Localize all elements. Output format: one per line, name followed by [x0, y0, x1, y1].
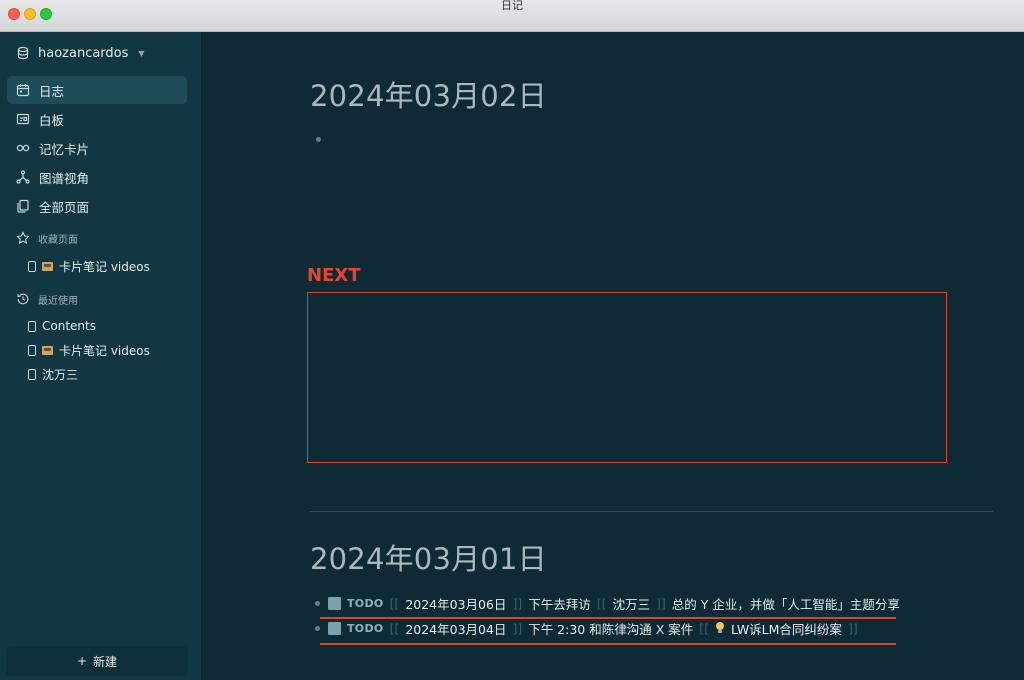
todo-text: 下午 2:30 和陈律沟通 X 案件	[528, 621, 694, 637]
todo-block[interactable]: TODO [[ 2024年03月06日]] 下午去拜访 [[ 沈万三]] 总的 Y 企业…	[315, 593, 900, 613]
plus-icon: +	[76, 654, 88, 668]
page-icon	[28, 344, 36, 356]
star-icon	[16, 231, 30, 245]
journal-title[interactable]: 2024年03月02日	[310, 73, 547, 115]
favorites-header[interactable]: 收藏页面	[16, 230, 78, 246]
nav-graph-view[interactable]: 图谱视角	[7, 163, 187, 191]
todo-marker: TODO	[347, 596, 384, 610]
block-bullet[interactable]	[315, 625, 320, 631]
red-underline-annotation	[320, 643, 896, 645]
database-icon	[16, 46, 30, 60]
recent-item[interactable]: 卡片笔记 videos	[28, 341, 150, 359]
todo-block[interactable]: TODO [[2024年03月04日]] 下午 2:30 和陈律沟通 X 案件 …	[315, 618, 858, 638]
film-card-emoji-icon	[42, 261, 53, 271]
todo-text: 下午去拜访	[528, 596, 591, 612]
nav-flashcards[interactable]: 记忆卡片	[7, 134, 187, 162]
page-ref-date[interactable]: 2024年03月06日	[405, 594, 506, 613]
todo-text: 总的 Y 企业，并做「人工智能」主题分享	[671, 596, 900, 612]
page-ref-person[interactable]: 沈万三	[612, 594, 650, 613]
history-icon	[16, 292, 30, 306]
bracket-icon: ]]	[512, 595, 523, 611]
whiteboard-icon	[16, 112, 30, 126]
nav-journals[interactable]: 日志	[7, 76, 187, 104]
bracket-icon: ]]	[847, 620, 858, 636]
page-ref-case[interactable]: LW诉LM合同纠纷案	[731, 619, 842, 638]
workspace-name: haozancardos	[38, 45, 129, 61]
chevron-down-icon: ▼	[138, 48, 145, 58]
pages-icon	[16, 199, 30, 213]
lightbulb-icon	[715, 622, 725, 634]
infinity-icon	[16, 141, 30, 155]
bracket-icon: [[	[596, 595, 607, 611]
journal-title[interactable]: 2024年03月01日	[310, 536, 547, 578]
todo-checkbox[interactable]	[328, 621, 341, 635]
todo-checkbox[interactable]	[328, 596, 341, 610]
title-bar: 日记	[0, 0, 1024, 32]
main-content: 2024年03月02日 NEXT 2024年03月01日 TODO [[ 2024…	[203, 32, 1024, 680]
page-icon	[28, 260, 36, 272]
workspace-selector[interactable]: haozancardos ▼	[16, 44, 145, 62]
window-title: 日记	[501, 0, 523, 12]
film-card-emoji-icon	[42, 345, 53, 355]
bracket-icon: ]]	[656, 595, 666, 611]
nav-whiteboard[interactable]: 白板	[7, 105, 187, 133]
favorite-item[interactable]: 卡片笔记 videos	[28, 257, 150, 275]
nav-all-pages[interactable]: 全部页面	[7, 192, 187, 220]
block-bullet[interactable]	[315, 600, 320, 606]
page-ref-date[interactable]: 2024年03月04日	[405, 619, 506, 638]
bracket-icon: [[	[699, 620, 709, 636]
todo-marker: TODO	[347, 621, 384, 635]
graph-icon	[16, 170, 30, 184]
page-icon	[28, 368, 36, 380]
sidebar: haozancardos ▼ 日志 白板 记忆卡片 图谱视角 全部页面 收藏页面…	[0, 32, 202, 680]
journal-divider	[309, 511, 993, 512]
next-label: NEXT	[307, 265, 361, 286]
bracket-icon: ]]	[512, 620, 523, 636]
bracket-icon: [[	[389, 620, 400, 636]
bracket-icon: [[	[389, 595, 400, 611]
page-icon	[28, 320, 36, 332]
recent-item[interactable]: Contents	[28, 317, 96, 335]
recent-item[interactable]: 沈万三	[28, 365, 78, 383]
calendar-icon	[16, 83, 30, 97]
next-highlight-box	[307, 292, 947, 463]
new-page-button[interactable]: + 新建	[6, 646, 188, 676]
recent-header[interactable]: 最近使用	[16, 291, 78, 307]
empty-block-bullet[interactable]	[316, 137, 321, 142]
